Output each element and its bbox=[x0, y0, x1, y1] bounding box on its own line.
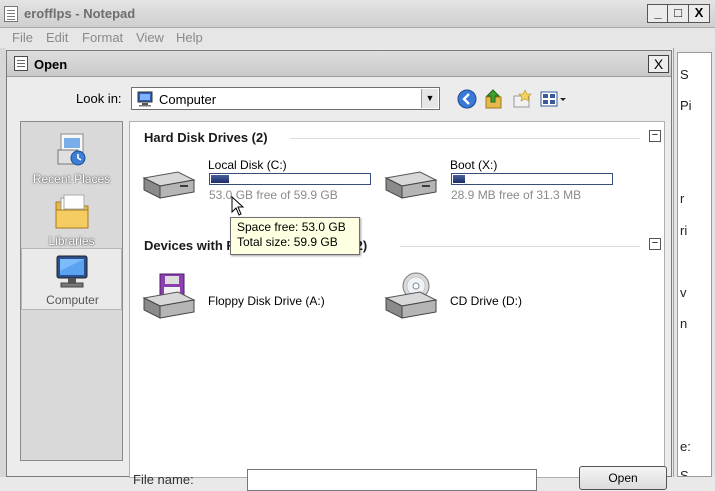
place-recent-places[interactable]: Recent Places bbox=[21, 128, 122, 188]
menu-edit[interactable]: Edit bbox=[46, 30, 68, 45]
drive-usage-bar bbox=[209, 173, 371, 185]
drive-usage-fill bbox=[453, 175, 465, 183]
computer-icon bbox=[56, 255, 88, 288]
look-in-combo[interactable]: Computer ▼ bbox=[131, 87, 440, 110]
tooltip-space-free: Space free: 53.0 GB bbox=[237, 220, 346, 234]
text-line: n bbox=[680, 316, 688, 331]
drive-local-disk-c[interactable]: Local Disk (C:) 53.0 GB free of 59.9 GB bbox=[138, 158, 378, 208]
maximize-button[interactable]: □ bbox=[667, 4, 689, 23]
menu-bar: File Edit Format View Help bbox=[0, 28, 715, 48]
text-line: r bbox=[680, 191, 685, 206]
drive-tooltip: Space free: 53.0 GB Total size: 59.9 GB bbox=[230, 217, 360, 255]
drive-usage-bar bbox=[451, 173, 613, 185]
text-line: e: bbox=[680, 439, 691, 454]
drive-cd-d[interactable]: CD Drive (D:) bbox=[380, 268, 620, 322]
floppy-drive-icon bbox=[142, 273, 196, 319]
up-folder-icon[interactable] bbox=[483, 88, 505, 110]
tooltip-total-size: Total size: 59.9 GB bbox=[237, 235, 338, 249]
drive-floppy-a[interactable]: Floppy Disk Drive (A:) bbox=[138, 268, 378, 322]
dialog-icon bbox=[14, 56, 28, 71]
mouse-cursor-icon bbox=[231, 196, 245, 216]
chevron-down-icon[interactable]: ▼ bbox=[421, 89, 438, 108]
drive-boot-x[interactable]: Boot (X:) 28.9 MB free of 31.3 MB bbox=[380, 158, 640, 208]
look-in-value: Computer bbox=[159, 92, 217, 107]
notepad-title: erofflps - Notepad bbox=[24, 6, 136, 21]
menu-file[interactable]: File bbox=[12, 30, 33, 45]
cd-drive-icon bbox=[384, 272, 438, 319]
drive-usage-fill bbox=[211, 175, 229, 183]
drive-name: CD Drive (D:) bbox=[450, 294, 522, 308]
hard-drive-icon bbox=[142, 171, 196, 199]
libraries-icon bbox=[55, 194, 89, 229]
notepad-edit-frame: S Pi r ri v n e: S bbox=[673, 48, 715, 477]
hard-drive-icon bbox=[384, 171, 438, 199]
file-list-pane[interactable]: Hard Disk Drives (2) − Local Disk (C:) 5… bbox=[129, 121, 665, 478]
dialog-title: Open bbox=[34, 57, 68, 72]
minimize-button[interactable]: _ bbox=[647, 4, 669, 23]
notepad-titlebar[interactable]: erofflps - Notepad _ □ X bbox=[0, 0, 715, 28]
collapse-removable-storage-button[interactable]: − bbox=[649, 238, 661, 250]
group-divider bbox=[290, 138, 640, 139]
text-line: S bbox=[680, 67, 689, 82]
drive-free-space: 53.0 GB free of 59.9 GB bbox=[209, 188, 338, 202]
place-computer[interactable]: Computer bbox=[21, 248, 122, 310]
drive-name: Boot (X:) bbox=[450, 158, 498, 172]
place-libraries[interactable]: Libraries bbox=[21, 190, 122, 250]
computer-icon bbox=[137, 91, 153, 107]
look-in-label: Look in: bbox=[76, 91, 122, 106]
group-divider bbox=[400, 246, 640, 247]
text-line: S bbox=[680, 468, 689, 477]
file-name-label: File name: bbox=[133, 472, 194, 487]
dialog-close-button[interactable]: X bbox=[648, 55, 669, 73]
dialog-titlebar[interactable]: Open X bbox=[7, 51, 671, 77]
back-icon[interactable] bbox=[456, 88, 478, 110]
notepad-icon bbox=[4, 6, 18, 22]
group-header-hard-disk-drives[interactable]: Hard Disk Drives (2) bbox=[144, 130, 268, 145]
recent-places-icon bbox=[57, 133, 86, 166]
view-menu-icon[interactable] bbox=[539, 88, 569, 110]
drive-name: Floppy Disk Drive (A:) bbox=[208, 294, 325, 308]
close-button[interactable]: X bbox=[688, 4, 710, 23]
menu-view[interactable]: View bbox=[136, 30, 164, 45]
menu-format[interactable]: Format bbox=[82, 30, 123, 45]
text-line: ri bbox=[680, 223, 688, 238]
notepad-text-area[interactable]: S Pi r ri v n e: S bbox=[677, 52, 712, 477]
file-name-input[interactable] bbox=[247, 469, 537, 491]
drive-free-space: 28.9 MB free of 31.3 MB bbox=[451, 188, 582, 202]
open-dialog: Open X Look in: Computer ▼ Recent Places… bbox=[6, 50, 672, 491]
text-line: Pi bbox=[680, 98, 692, 113]
place-label: Recent Places bbox=[32, 172, 111, 186]
places-bar: Recent Places Libraries Computer bbox=[20, 121, 123, 461]
open-button[interactable]: Open bbox=[579, 466, 667, 490]
place-label: Libraries bbox=[48, 234, 95, 248]
drive-name: Local Disk (C:) bbox=[208, 158, 287, 172]
menu-help[interactable]: Help bbox=[176, 30, 203, 45]
text-line: v bbox=[680, 285, 687, 300]
collapse-hard-disk-drives-button[interactable]: − bbox=[649, 130, 661, 142]
place-label: Computer bbox=[46, 293, 99, 307]
new-folder-icon[interactable] bbox=[511, 88, 533, 110]
